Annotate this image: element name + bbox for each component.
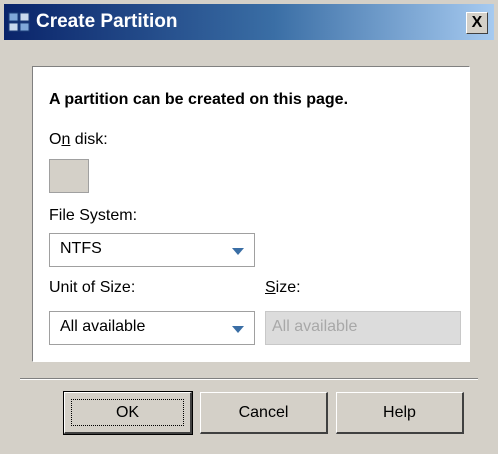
help-button[interactable]: Help	[336, 392, 464, 434]
app-icon	[8, 10, 32, 34]
create-partition-dialog: Create Partition X A partition can be cr…	[0, 0, 498, 454]
unit-of-size-dropdown[interactable]: All available	[49, 311, 255, 345]
window-title: Create Partition	[36, 11, 178, 32]
focus-rect	[71, 399, 184, 426]
disk-selector[interactable]	[49, 159, 89, 193]
separator	[20, 378, 478, 380]
close-icon: X	[471, 14, 483, 31]
on-disk-label: On disk:	[49, 131, 108, 148]
size-label: Size:	[265, 279, 301, 296]
close-button[interactable]: X	[466, 12, 488, 34]
file-system-label: File System:	[49, 207, 138, 224]
size-input: All available	[265, 311, 461, 345]
title-bar[interactable]: Create Partition X	[4, 4, 494, 40]
cancel-label: Cancel	[238, 403, 289, 421]
chevron-down-icon	[232, 248, 244, 255]
content-panel: A partition can be created on this page.…	[32, 66, 470, 362]
size-mnemonic: S	[265, 279, 276, 296]
help-label: Help	[383, 403, 416, 421]
unit-of-size-value: All available	[60, 318, 146, 335]
ok-button[interactable]: OK	[63, 391, 193, 435]
file-system-dropdown[interactable]: NTFS	[49, 233, 255, 267]
cancel-button[interactable]: Cancel	[200, 392, 328, 434]
chevron-down-icon	[232, 326, 244, 333]
unit-of-size-label: Unit of Size:	[49, 279, 136, 296]
page-heading: A partition can be created on this page.	[49, 91, 349, 108]
file-system-value: NTFS	[60, 240, 102, 257]
